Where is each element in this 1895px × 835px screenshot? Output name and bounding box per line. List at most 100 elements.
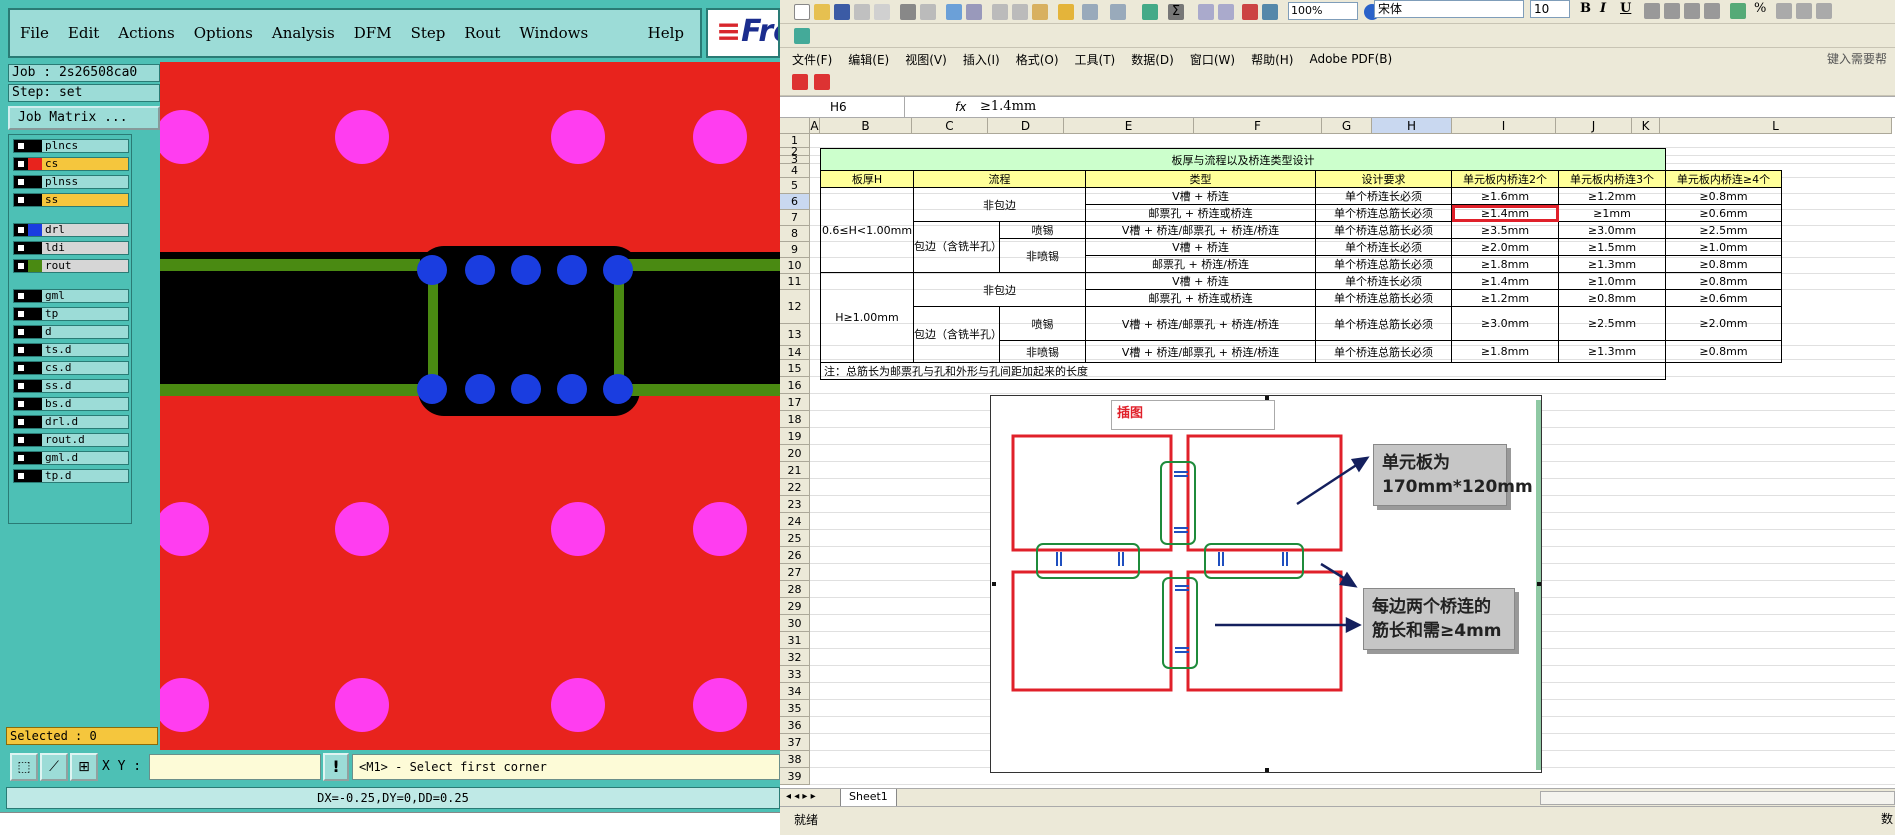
layer-checkbox[interactable]: [14, 380, 28, 392]
row-header[interactable]: 36: [780, 717, 810, 734]
layer-checkbox[interactable]: [14, 140, 28, 152]
row-header[interactable]: 11: [780, 274, 810, 290]
cell-v2[interactable]: ≥1.6mm: [1451, 187, 1559, 205]
open-icon[interactable]: [814, 4, 830, 20]
cell-v4[interactable]: ≥0.8mm: [1665, 340, 1782, 363]
cell-v4[interactable]: ≥0.8mm: [1665, 255, 1782, 273]
xl-menu-edit[interactable]: 编辑(E): [848, 51, 889, 68]
xl-menu-file[interactable]: 文件(F): [792, 51, 832, 68]
save-icon[interactable]: [834, 4, 850, 20]
header-thickness[interactable]: 板厚H: [820, 170, 914, 188]
layer-checkbox[interactable]: [14, 326, 28, 338]
layer-row[interactable]: ts.d: [13, 343, 129, 357]
spelling-icon[interactable]: [946, 4, 962, 20]
cell-v2[interactable]: ≥1.4mm: [1451, 272, 1559, 290]
help-search-box[interactable]: 键入需要帮: [1827, 50, 1887, 67]
cell-v4[interactable]: ≥0.6mm: [1665, 204, 1782, 222]
graphic-canvas[interactable]: [160, 62, 780, 750]
sort-asc-icon[interactable]: [1198, 4, 1214, 20]
tab-nav-icon[interactable]: ◂ ◂ ▸ ▸: [786, 791, 816, 802]
cell-v4[interactable]: ≥0.8mm: [1665, 187, 1782, 205]
xl-menu-format[interactable]: 格式(O): [1016, 51, 1059, 68]
sort-desc-icon[interactable]: [1218, 4, 1234, 20]
xl-menu-help[interactable]: 帮助(H): [1251, 51, 1293, 68]
row-header[interactable]: 17: [780, 394, 810, 411]
row-header[interactable]: 14: [780, 346, 810, 360]
row-header[interactable]: 33: [780, 666, 810, 683]
cell-v2[interactable]: ≥3.5mm: [1451, 221, 1559, 239]
layer-checkbox[interactable]: [14, 290, 28, 302]
row-header[interactable]: 37: [780, 734, 810, 751]
font-size-select[interactable]: 10: [1530, 0, 1570, 18]
row-header[interactable]: 3: [780, 154, 810, 165]
cell-v4[interactable]: ≥1.0mm: [1665, 238, 1782, 256]
group2-thickness[interactable]: H≥1.00mm: [820, 272, 914, 363]
job-matrix-button[interactable]: Job Matrix ...: [8, 106, 160, 130]
column-header[interactable]: L: [1660, 118, 1892, 134]
row-header[interactable]: 9: [780, 242, 810, 258]
drawing-icon[interactable]: [1262, 4, 1278, 20]
column-header[interactable]: A: [810, 118, 820, 134]
column-header[interactable]: H: [1372, 118, 1452, 134]
pdf-email-icon[interactable]: [814, 74, 830, 90]
layer-checkbox[interactable]: [14, 416, 28, 428]
group1-spray[interactable]: 喷锡: [999, 221, 1086, 239]
cell-type[interactable]: V槽 + 桥连: [1085, 238, 1316, 256]
cell-v2[interactable]: ≥1.8mm: [1451, 255, 1559, 273]
formula-input[interactable]: ≥1.4mm: [980, 97, 1036, 117]
research-icon[interactable]: [966, 4, 982, 20]
layer-checkbox[interactable]: [14, 434, 28, 446]
group2-wrap[interactable]: 包边（含铣半孔）: [913, 306, 1000, 363]
menu-dfm[interactable]: DFM: [354, 24, 392, 42]
column-header[interactable]: F: [1194, 118, 1322, 134]
cell-req[interactable]: 单个桥连总筋长必须: [1315, 289, 1452, 307]
layer-row[interactable]: drl.d: [13, 415, 129, 429]
align-right-icon[interactable]: [1684, 3, 1700, 19]
cell-v4[interactable]: ≥0.8mm: [1665, 272, 1782, 290]
layer-row[interactable]: tp: [13, 307, 129, 321]
layer-row[interactable]: cs: [13, 157, 129, 171]
cell-v3[interactable]: ≥1.3mm: [1558, 255, 1666, 273]
zoom-area-icon[interactable]: ⬚: [10, 753, 38, 781]
layer-checkbox[interactable]: [14, 158, 28, 170]
row-header[interactable]: 23: [780, 496, 810, 513]
cell-req[interactable]: 单个桥连总筋长必须: [1315, 306, 1452, 341]
cell-v2[interactable]: ≥3.0mm: [1451, 306, 1559, 341]
menu-windows[interactable]: Windows: [519, 24, 588, 42]
row-header[interactable]: 15: [780, 360, 810, 377]
row-header[interactable]: 31: [780, 632, 810, 649]
currency-icon[interactable]: [1730, 3, 1746, 19]
menu-rout[interactable]: Rout: [464, 24, 500, 42]
row-header[interactable]: 39: [780, 768, 810, 785]
group1-wrap[interactable]: 包边（含铣半孔）: [913, 221, 1000, 273]
cell-req[interactable]: 单个桥连总筋长必须: [1315, 255, 1452, 273]
row-header[interactable]: 19: [780, 428, 810, 445]
permission-icon[interactable]: [854, 4, 870, 20]
row-header[interactable]: 4: [780, 164, 810, 178]
cell-req[interactable]: 单个桥连长必须: [1315, 187, 1452, 205]
warning-button[interactable]: !: [323, 753, 349, 781]
chart-wizard-icon[interactable]: [1242, 4, 1258, 20]
menu-help[interactable]: Help: [648, 24, 684, 42]
email-icon[interactable]: [874, 4, 890, 20]
column-header[interactable]: K: [1632, 118, 1660, 134]
layer-row[interactable]: bs.d: [13, 397, 129, 411]
group2-non-spray[interactable]: 非喷锡: [999, 340, 1086, 363]
row-header[interactable]: 35: [780, 700, 810, 717]
cell-v3[interactable]: ≥1.0mm: [1558, 272, 1666, 290]
row-header[interactable]: 27: [780, 564, 810, 581]
layer-row[interactable]: gml: [13, 289, 129, 303]
undo-icon[interactable]: [1082, 4, 1098, 20]
group1-non-spray[interactable]: 非喷锡: [999, 238, 1086, 273]
column-header[interactable]: B: [820, 118, 912, 134]
row-header[interactable]: 38: [780, 751, 810, 768]
row-header[interactable]: 24: [780, 513, 810, 530]
cell-type[interactable]: V槽 + 桥连/邮票孔 + 桥连/桥连: [1085, 340, 1316, 363]
layer-checkbox[interactable]: [14, 362, 28, 374]
name-box[interactable]: H6: [780, 97, 905, 117]
zoom-select[interactable]: 100%: [1288, 2, 1358, 20]
row-header[interactable]: 20: [780, 445, 810, 462]
row-header[interactable]: 22: [780, 479, 810, 496]
row-header[interactable]: 12: [780, 290, 810, 324]
print-icon[interactable]: [900, 4, 916, 20]
